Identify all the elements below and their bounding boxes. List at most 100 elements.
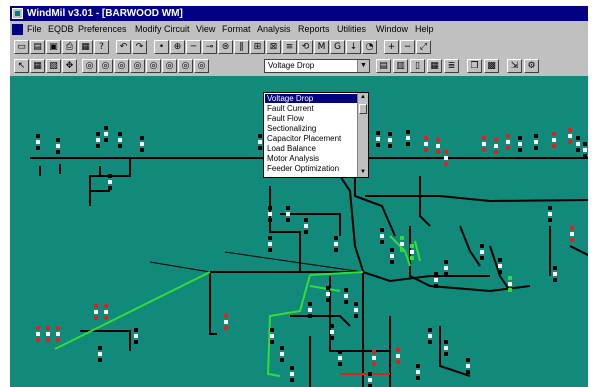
overloaded-device-marker[interactable] <box>94 304 98 320</box>
zoom-out-icon[interactable]: − <box>400 40 415 54</box>
overloaded-device-marker[interactable] <box>506 134 510 150</box>
device-marker[interactable] <box>444 340 448 356</box>
device-marker[interactable] <box>334 236 338 252</box>
redo-icon[interactable]: ↷ <box>132 40 147 54</box>
overloaded-device-marker[interactable] <box>396 348 400 364</box>
device-marker[interactable] <box>548 206 552 222</box>
overloaded-device-marker[interactable] <box>568 128 572 144</box>
print-icon[interactable]: ⎙ <box>62 40 77 54</box>
device-marker[interactable] <box>134 328 138 344</box>
menu-view[interactable]: View <box>196 21 215 38</box>
overloaded-device-marker[interactable] <box>104 304 108 320</box>
overloaded-device-marker[interactable] <box>424 136 428 152</box>
node-icon[interactable]: • <box>154 40 169 54</box>
energized-device-marker[interactable] <box>410 244 414 260</box>
table-icon[interactable]: ▦ <box>427 59 442 73</box>
dropdown-option[interactable]: Fault Flow <box>265 114 358 123</box>
menu-window[interactable]: Window <box>376 21 408 38</box>
transformer-icon[interactable]: ⊜ <box>218 40 233 54</box>
device-marker[interactable] <box>390 248 394 264</box>
overloaded-device-marker[interactable] <box>36 326 40 342</box>
device-marker[interactable] <box>96 132 100 148</box>
device-marker[interactable] <box>583 142 587 158</box>
analysis-type-dropdown[interactable]: Voltage Drop Fault Current Fault Flow Secti… <box>263 92 369 178</box>
document-icon[interactable] <box>12 24 23 35</box>
menu-preferences[interactable]: Preferences <box>78 21 127 38</box>
overloaded-device-marker[interactable] <box>46 326 50 342</box>
menu-format[interactable]: Format <box>222 21 251 38</box>
conductor-icon[interactable]: ─ <box>186 40 201 54</box>
overloaded-device-marker[interactable] <box>494 138 498 154</box>
overloaded-device-marker[interactable] <box>482 136 486 152</box>
open-icon[interactable]: ▤ <box>30 40 45 54</box>
menu-modify-circuit[interactable]: Modify Circuit <box>135 21 190 38</box>
device-marker[interactable] <box>98 346 102 362</box>
map-icon[interactable]: ▧ <box>46 59 61 73</box>
copy-icon[interactable]: ❐ <box>467 59 482 73</box>
grid-icon[interactable]: ▦ <box>30 59 45 73</box>
device-marker[interactable] <box>108 174 112 190</box>
dropdown-option[interactable]: Voltage Drop <box>265 94 358 103</box>
device-marker[interactable] <box>480 244 484 260</box>
chart-icon[interactable]: ▥ <box>393 59 408 73</box>
source-icon[interactable]: ⊕ <box>170 40 185 54</box>
analysis-type-select[interactable]: Voltage Drop ▼ <box>264 59 370 73</box>
fuse-icon[interactable]: ≡ <box>282 40 297 54</box>
tool-icon[interactable]: ◎ <box>82 59 97 73</box>
device-marker[interactable] <box>416 364 420 380</box>
device-marker[interactable] <box>534 134 538 150</box>
device-marker[interactable] <box>258 134 262 150</box>
dropdown-option[interactable]: Sectionalizing <box>265 124 358 133</box>
pan-icon[interactable]: ✥ <box>62 59 77 73</box>
tool-icon[interactable]: ◎ <box>162 59 177 73</box>
overloaded-device-marker[interactable] <box>224 314 228 330</box>
overloaded-device-marker[interactable] <box>436 138 440 154</box>
device-marker[interactable] <box>36 134 40 150</box>
device-marker[interactable] <box>406 130 410 146</box>
device-marker[interactable] <box>330 324 334 340</box>
export-icon[interactable]: ⇲ <box>507 59 522 73</box>
scroll-thumb[interactable] <box>359 104 367 114</box>
device-marker[interactable] <box>444 260 448 276</box>
device-marker[interactable] <box>518 136 522 152</box>
switch-icon[interactable]: ⊸ <box>202 40 217 54</box>
device-marker[interactable] <box>498 258 502 274</box>
device-marker[interactable] <box>290 366 294 382</box>
device-marker[interactable] <box>344 288 348 304</box>
new-icon[interactable]: ▭ <box>14 40 29 54</box>
device-marker[interactable] <box>280 346 284 362</box>
energized-device-marker[interactable] <box>400 236 404 252</box>
circuit-map-canvas[interactable]: Voltage Drop Fault Current Fault Flow Secti… <box>10 76 588 387</box>
device-marker[interactable] <box>56 138 60 154</box>
device-marker[interactable] <box>268 236 272 252</box>
generator-icon[interactable]: G <box>330 40 345 54</box>
device-marker[interactable] <box>268 206 272 222</box>
energized-device-marker[interactable] <box>508 276 512 292</box>
load-icon[interactable]: ↓ <box>346 40 361 54</box>
dropdown-option[interactable]: Capacitor Placement <box>265 134 358 143</box>
window-system-icon[interactable] <box>12 8 23 19</box>
page-icon[interactable]: ▯ <box>410 59 425 73</box>
device-marker[interactable] <box>466 358 470 374</box>
device-marker[interactable] <box>576 136 580 152</box>
scroll-up-icon[interactable]: ▲ <box>358 93 368 102</box>
menu-reports[interactable]: Reports <box>298 21 330 38</box>
list-icon[interactable]: ≣ <box>444 59 459 73</box>
device-marker[interactable] <box>338 350 342 366</box>
zoom-fit-icon[interactable]: ⤢ <box>416 40 431 54</box>
menu-analysis[interactable]: Analysis <box>257 21 291 38</box>
overloaded-device-marker[interactable] <box>552 132 556 148</box>
menu-file[interactable]: File <box>27 21 42 38</box>
device-marker[interactable] <box>428 328 432 344</box>
tool-icon[interactable]: ◎ <box>194 59 209 73</box>
device-marker[interactable] <box>140 136 144 152</box>
scroll-down-icon[interactable]: ▼ <box>358 168 368 177</box>
dropdown-option[interactable]: Load Balance <box>265 144 358 153</box>
device-marker[interactable] <box>104 126 108 142</box>
device-marker[interactable] <box>308 302 312 318</box>
breaker-icon[interactable]: ⊠ <box>266 40 281 54</box>
save-icon[interactable]: ▣ <box>46 40 61 54</box>
dropdown-option[interactable]: Fault Current <box>265 104 358 113</box>
settings-icon[interactable]: ⚙ <box>524 59 539 73</box>
regulator-icon[interactable]: ⊞ <box>250 40 265 54</box>
